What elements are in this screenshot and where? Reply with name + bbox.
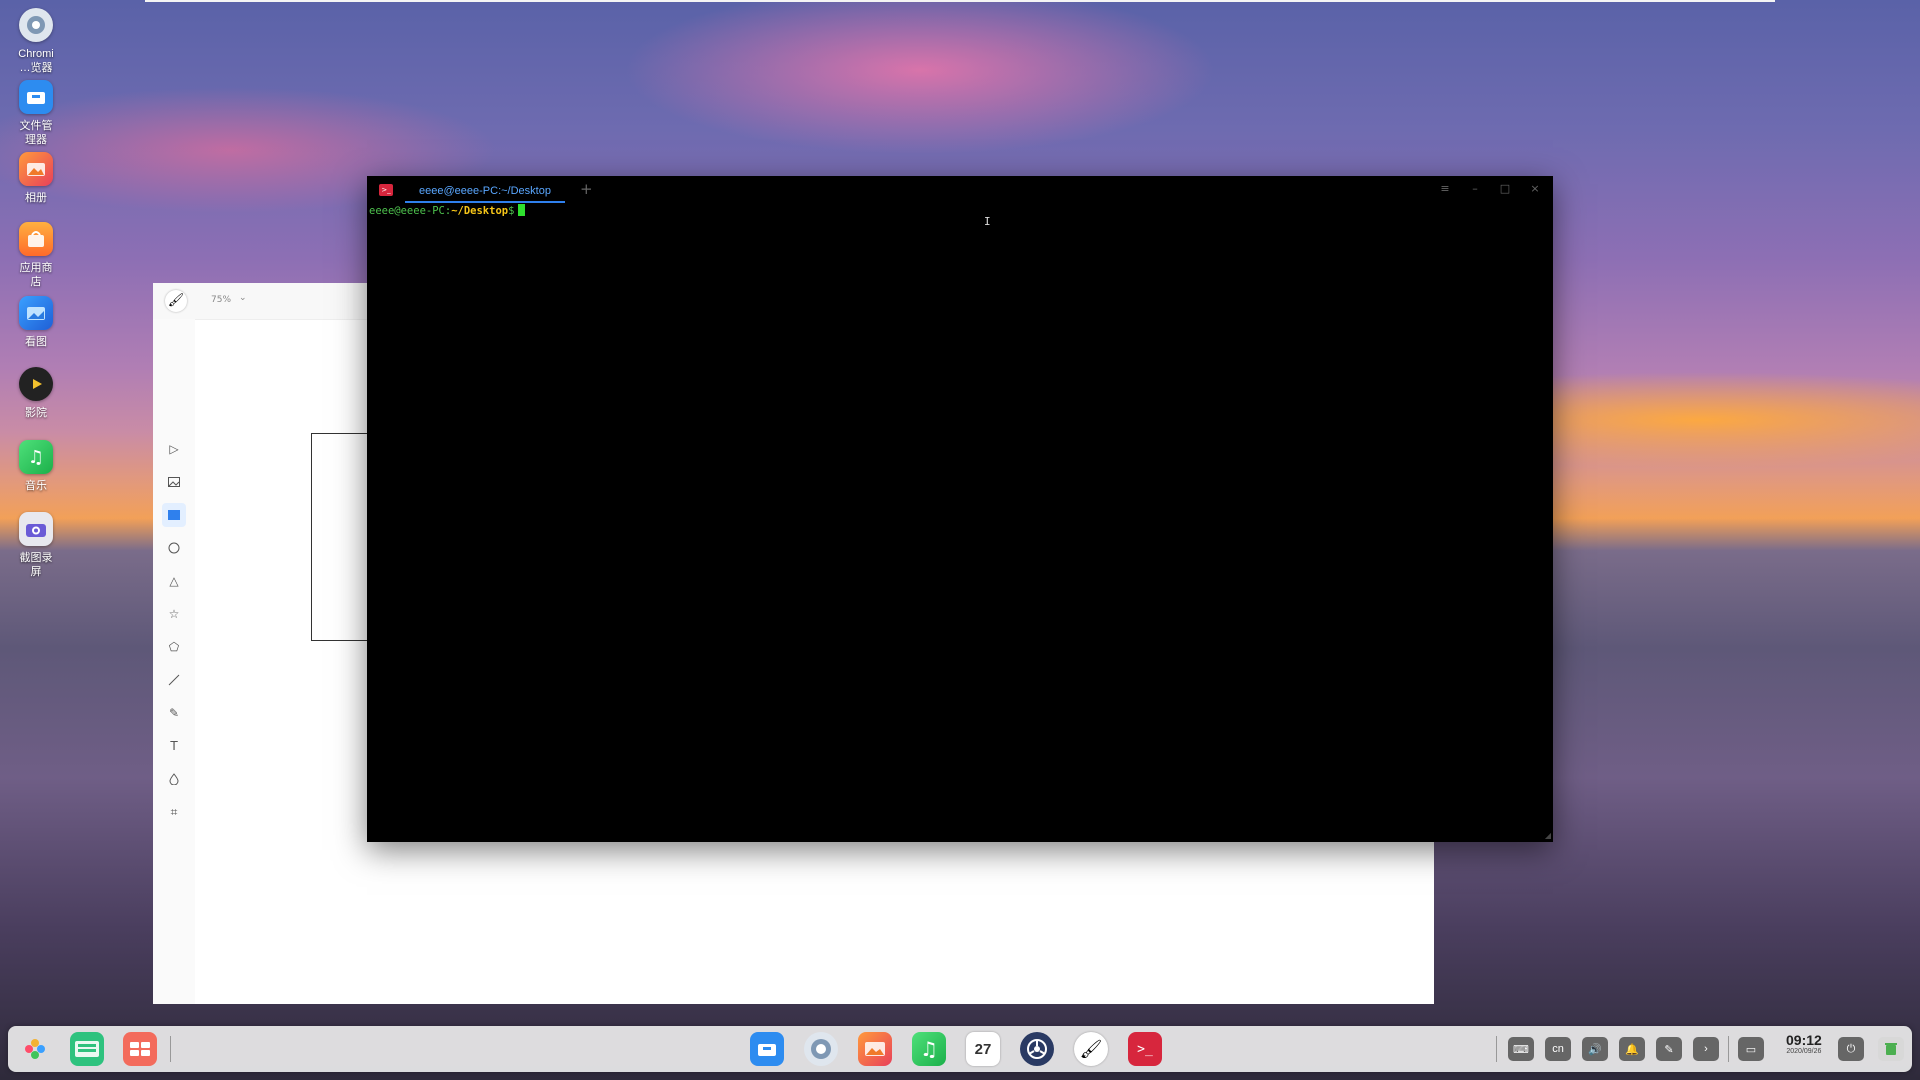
desktop-icon-album[interactable]: 相册 <box>10 152 62 205</box>
drawn-rectangle[interactable] <box>311 433 372 641</box>
terminal-tab[interactable]: eeee@eeee-PC:~/Desktop <box>405 181 565 203</box>
control-center-dock-icon[interactable] <box>1020 1032 1054 1066</box>
movie-icon <box>19 367 53 401</box>
input-method-indicator[interactable]: cn <box>1545 1037 1571 1061</box>
desktop-icon-music[interactable]: ♫ 音乐 <box>10 440 62 493</box>
select-icon[interactable]: ▷ <box>162 437 186 461</box>
menu-icon[interactable]: ≡ <box>1437 182 1453 195</box>
desktop-icon-label: Chromi …览器 <box>18 48 54 74</box>
draw-logo-icon: 🖌 <box>165 290 187 312</box>
launcher-icon[interactable] <box>18 1032 52 1066</box>
chevron-down-icon[interactable]: ⌄ <box>239 293 247 303</box>
file-manager-icon <box>19 80 53 114</box>
power-icon[interactable]: ⏻ <box>1838 1037 1864 1061</box>
trash-icon[interactable] <box>1878 1037 1904 1061</box>
top-window-edge <box>145 0 1775 2</box>
taskbar-divider <box>1728 1036 1729 1062</box>
desktop-icon-label: 影院 <box>25 407 47 419</box>
star-icon[interactable]: ☆ <box>162 602 186 626</box>
desktop-icon-label: 相册 <box>25 192 47 204</box>
terminal-titlebar: >_ eeee@eeee-PC:~/Desktop + ≡ – □ × <box>367 176 1553 204</box>
pencil-icon[interactable]: ✎ <box>162 701 186 725</box>
chromium-dock-icon[interactable] <box>804 1032 838 1066</box>
line-icon[interactable] <box>162 668 186 692</box>
clock-time: 09:12 <box>1786 1032 1822 1048</box>
keyboard-icon[interactable]: ⌨ <box>1508 1037 1534 1061</box>
text-cursor <box>518 204 526 216</box>
add-tab-icon[interactable]: + <box>580 180 593 198</box>
taskbar-divider <box>170 1036 171 1062</box>
show-desktop-icon[interactable] <box>123 1032 157 1066</box>
minimize-icon[interactable]: – <box>1467 182 1483 195</box>
music-icon: ♫ <box>19 440 53 474</box>
multitask-view-icon[interactable] <box>70 1032 104 1066</box>
ibeam-cursor-icon: I <box>984 215 991 228</box>
image-viewer-icon <box>19 296 53 330</box>
clock[interactable]: 09:12 2020/09/26 <box>1786 1032 1822 1055</box>
close-icon[interactable]: × <box>1527 182 1543 195</box>
chromium-icon <box>19 8 53 42</box>
calendar-dock-icon[interactable]: 27 <box>966 1032 1000 1066</box>
desktop-icon-label: 文件管 理器 <box>19 120 53 146</box>
expand-tray-icon[interactable]: › <box>1693 1037 1719 1061</box>
prompt-path: ~/Desktop <box>451 205 509 217</box>
terminal-window[interactable]: >_ eeee@eeee-PC:~/Desktop + ≡ – □ × eeee… <box>367 176 1553 842</box>
image-icon[interactable] <box>162 470 186 494</box>
desktop-icon-label: 音乐 <box>25 480 47 492</box>
desktop-icon-chromium[interactable]: Chromi …览器 <box>10 8 62 75</box>
desktop-icon-file-manager[interactable]: 文件管 理器 <box>10 80 62 147</box>
triangle-icon[interactable]: △ <box>162 569 186 593</box>
prompt-symbol: $ <box>508 205 515 217</box>
screenshot-icon <box>19 512 53 546</box>
volume-icon[interactable]: 🔊 <box>1582 1037 1608 1061</box>
notification-icon[interactable]: 🔔 <box>1619 1037 1645 1061</box>
taskbar-divider <box>1496 1036 1497 1062</box>
album-dock-icon[interactable] <box>858 1032 892 1066</box>
polygon-icon[interactable]: ⬠ <box>162 635 186 659</box>
draw-dock-icon[interactable]: 🖌 <box>1074 1032 1108 1066</box>
ellipse-icon[interactable] <box>162 536 186 560</box>
desktop-icon-label: 截图录 屏 <box>19 552 53 578</box>
terminal-output[interactable]: eeee@eeee-PC:~/Desktop$ <box>369 204 526 218</box>
app-store-icon <box>19 222 53 256</box>
blur-icon[interactable] <box>162 767 186 791</box>
crop-icon[interactable]: ⌗ <box>162 800 186 824</box>
terminal-dock-icon[interactable]: >_ <box>1128 1032 1162 1066</box>
desktop-icon-label: 应用商 店 <box>19 262 53 288</box>
maximize-icon[interactable]: □ <box>1497 182 1513 195</box>
zoom-select[interactable]: 75% <box>211 295 231 305</box>
desktop-icon-app-store[interactable]: 应用商 店 <box>10 222 62 289</box>
prompt-user: eeee@eeee-PC <box>369 205 445 217</box>
pen-icon[interactable]: ✎ <box>1656 1037 1682 1061</box>
window-overview-icon[interactable]: ▭ <box>1738 1037 1764 1061</box>
desktop-icon-image-viewer[interactable]: 看图 <box>10 296 62 349</box>
text-icon[interactable]: T <box>162 734 186 758</box>
album-icon <box>19 152 53 186</box>
music-dock-icon[interactable]: ♫ <box>912 1032 946 1066</box>
desktop-icon-movie[interactable]: 影院 <box>10 367 62 420</box>
resize-grip-icon[interactable]: ◢ <box>1545 831 1551 840</box>
taskbar: ♫ 27 🖌 >_ ⌨ cn 🔊 🔔 ✎ › ▭ 09:12 2020/09/2… <box>8 1026 1912 1072</box>
desktop-icon-label: 看图 <box>25 336 47 348</box>
desktop-icon-screenshot[interactable]: 截图录 屏 <box>10 512 62 579</box>
file-manager-dock-icon[interactable] <box>750 1032 784 1066</box>
draw-toolbar: ▷ △ ☆ ⬠ ✎ T ⌗ <box>153 319 195 1004</box>
clock-date: 2020/09/26 <box>1786 1048 1822 1055</box>
rectangle-icon[interactable] <box>162 503 186 527</box>
terminal-logo-icon: >_ <box>379 184 393 196</box>
